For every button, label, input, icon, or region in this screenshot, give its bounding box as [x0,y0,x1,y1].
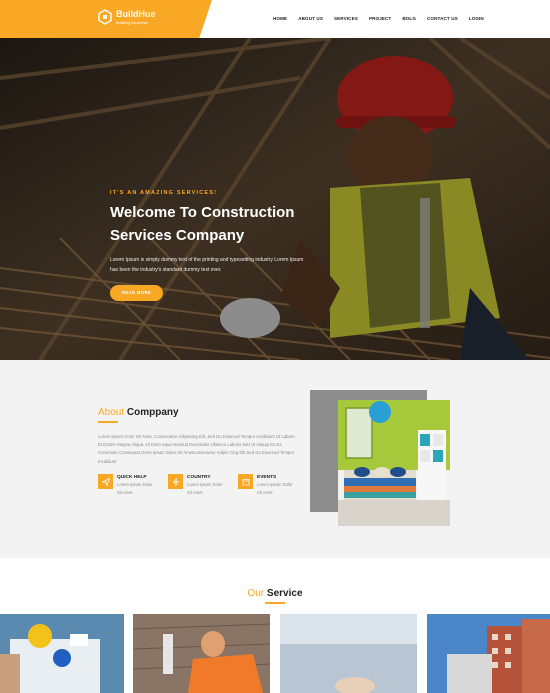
feature-country: COUNTRY Lorem Ipsum Dolor Sit Amet [168,474,224,496]
site-logo[interactable]: BuildHue Building Business [98,9,156,25]
about-room-image [338,400,450,526]
feature-quick-help: QUICK HELP Lorem Ipsum Dolor Sit Amet [98,474,154,496]
feature-title: QUICK HELP [117,475,147,480]
about-heading: About Comppany [98,407,179,418]
hero-overlay [0,38,550,360]
calendar-icon [238,474,253,489]
service-heading-underline [265,602,285,604]
hero-banner: IT'S AN AMAZING SERVICES! Welcome To Con… [0,38,550,360]
about-section: About Comppany Lorem Ipsum Dolor Sit Ame… [0,360,550,558]
bolt-icon [168,474,183,489]
feature-title: EVENTS [257,475,277,480]
service-card-consulting[interactable] [280,614,417,693]
feature-events: EVENTS Lorem Ipsum Dolor Sit Amet [238,474,294,496]
feature-description: Lorem Ipsum Dolor Sit Amet [117,482,153,495]
nav-services[interactable]: SERVICES [334,16,358,21]
nav-login[interactable]: LOGIN [469,16,484,21]
about-description: Lorem Ipsum Dolor Sit Amet, Consectetur … [98,434,295,464]
logo-name: BuildHue [116,8,156,19]
about-features: QUICK HELP Lorem Ipsum Dolor Sit Amet CO… [98,474,294,496]
nav-about-us[interactable]: ABOUT US [298,16,323,21]
about-heading-underline [98,421,118,423]
nav-blog[interactable]: BOLG [402,16,416,21]
nav-home[interactable]: HOME [273,16,287,21]
hero-tagline: IT'S AN AMAZING SERVICES! [110,190,218,196]
feature-description: Lorem Ipsum Dolor Sit Amet [257,482,293,495]
service-heading: Our Service [247,588,303,599]
hexagon-logo-icon [98,9,112,25]
paper-plane-icon [98,474,113,489]
nav-contact-us[interactable]: CONTACT US [427,16,458,21]
read-more-button[interactable]: READ MORE [110,285,163,301]
service-card-buildings[interactable] [427,614,550,693]
service-card-planning[interactable] [0,614,124,693]
hero-description: Lorem Ipsum is simply dummy text of the … [110,257,304,273]
hero-title: Welcome To Construction Services Company [110,204,295,244]
feature-description: Lorem Ipsum Dolor Sit Amet [187,482,223,495]
site-header: BuildHue Building Business HOME ABOUT US… [0,0,550,38]
logo-tagline: Building Business [116,19,148,25]
feature-title: COUNTRY [187,475,211,480]
nav-project[interactable]: PROJECT [369,16,391,21]
main-nav: HOME ABOUT US SERVICES PROJECT BOLG CONT… [273,16,495,21]
service-card-roofing[interactable] [133,614,270,693]
